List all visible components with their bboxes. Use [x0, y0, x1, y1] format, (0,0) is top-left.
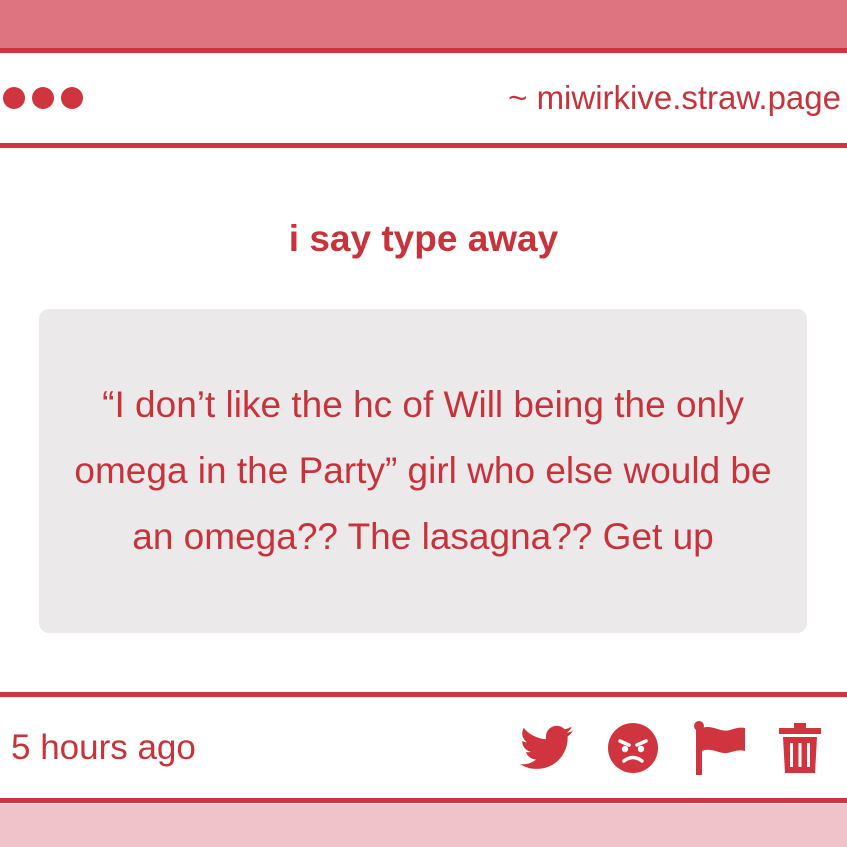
window-dot[interactable]: [32, 87, 54, 109]
trash-icon: [779, 723, 821, 773]
window-dots: [0, 87, 83, 109]
angry-face-icon: [608, 723, 658, 773]
window-header: ~ miwirkive.straw.page: [0, 53, 847, 143]
bottom-band: [0, 804, 847, 847]
post-actions: [520, 721, 847, 775]
top-band: [0, 0, 847, 48]
header-bottom-border: [0, 143, 847, 148]
message-text: “I don’t like the hc of Will being the o…: [74, 384, 772, 557]
twitter-share-button[interactable]: [520, 725, 574, 771]
footer-bottom-border: [0, 798, 847, 803]
footer-top-border: [0, 692, 847, 697]
site-url[interactable]: ~ miwirkive.straw.page: [508, 79, 847, 117]
twitter-icon: [520, 725, 574, 769]
page-title: i say type away: [288, 218, 559, 259]
flag-icon: [694, 721, 745, 775]
report-flag-button[interactable]: [694, 721, 746, 775]
react-angry-button[interactable]: [607, 722, 659, 774]
message-card: “I don’t like the hc of Will being the o…: [39, 309, 807, 633]
window-dot[interactable]: [61, 87, 83, 109]
window-dot[interactable]: [3, 87, 25, 109]
delete-button[interactable]: [779, 723, 821, 773]
timestamp: 5 hours ago: [11, 728, 196, 767]
post-footer: 5 hours ago: [0, 698, 847, 798]
